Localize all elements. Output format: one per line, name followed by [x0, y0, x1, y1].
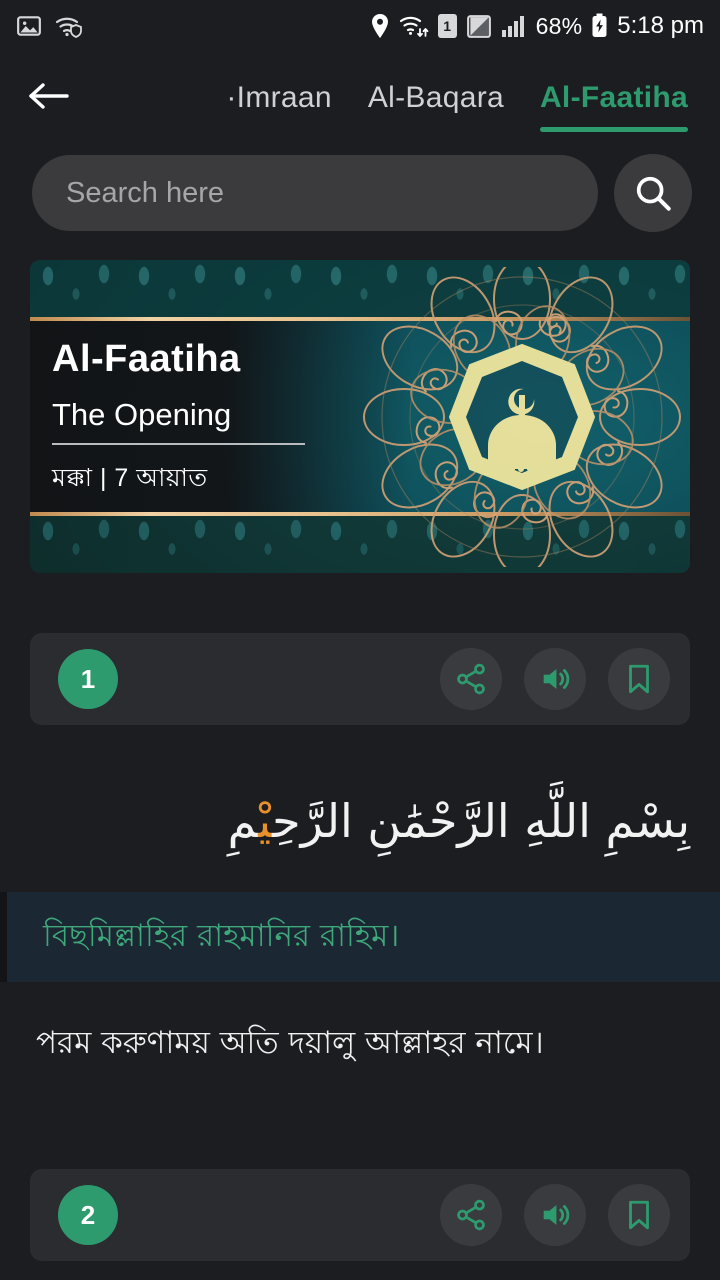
bookmark-button[interactable]	[608, 648, 670, 710]
bookmark-icon	[629, 664, 649, 694]
tab-underline	[368, 127, 504, 132]
play-audio-button[interactable]	[524, 648, 586, 710]
tab-underline-active	[539, 127, 688, 132]
tab-al-faatiha[interactable]: Al-Faatiha	[522, 52, 706, 138]
tab-underline	[226, 127, 331, 132]
half-square-icon	[466, 13, 492, 39]
tab-label: ·Imraan	[226, 81, 332, 114]
surah-tab-bar: ·Imraan Al-Baqara Al-Faatiha	[0, 52, 720, 140]
bookmark-icon	[629, 1201, 649, 1230]
photo-icon	[16, 13, 42, 39]
tab-imraan[interactable]: ·Imraan	[208, 52, 349, 138]
verse-number-badge: 1	[58, 649, 118, 709]
search-field[interactable]	[32, 155, 598, 231]
share-icon	[457, 663, 485, 695]
search-row	[0, 140, 720, 232]
surah-name: Al-Faatiha	[52, 338, 241, 380]
surah-banner-card[interactable]: Al-Faatiha The Opening মক্কা | 7 আয়াত	[30, 260, 690, 573]
back-button[interactable]	[22, 68, 78, 124]
verse-arabic-text: بِسْمِ اللَّهِ الرَّحْمَٰنِ الرَّحِیْمِ	[30, 787, 690, 856]
mosque-mandala-ornament	[363, 266, 681, 567]
share-button[interactable]	[440, 1184, 502, 1247]
banner-text-block: Al-Faatiha The Opening মক্কা | 7 আয়াত	[52, 338, 306, 501]
surah-meta: মক্কা | 7 আয়াত	[52, 464, 208, 492]
arrow-left-icon	[29, 83, 69, 109]
play-audio-button[interactable]	[524, 1184, 586, 1247]
volume-icon	[543, 1205, 570, 1226]
verse-translation-text: পরম করুণাময় অতি দয়ালু আল্লাহর নামে।	[36, 1024, 544, 1061]
verse-transliteration-text: বিছমিল্লাহির রাহমানির রাহিম।	[43, 918, 400, 954]
arabic-segment-2: مِ	[227, 794, 259, 848]
arabic-tajweed-segment: یْ	[258, 794, 273, 848]
volume-icon	[543, 669, 570, 689]
status-bar: 1 68% 5:18 pm	[0, 0, 720, 52]
search-button[interactable]	[614, 154, 692, 232]
verse-transliteration-band: বিছমিল্লাহির রাহমানির রাহিম।	[0, 892, 720, 982]
wifi-shield-icon	[54, 13, 84, 39]
battery-percent-label: 68%	[535, 12, 583, 39]
verse-action-bar-1: 1	[30, 633, 690, 725]
tab-al-baqara[interactable]: Al-Baqara	[350, 52, 522, 138]
sim-1-icon: 1	[437, 14, 457, 38]
clock-label: 5:18 pm	[617, 12, 704, 39]
tab-label: Al-Baqara	[367, 81, 504, 114]
status-bar-right: 1 68% 5:18 pm	[370, 12, 704, 40]
share-button[interactable]	[440, 648, 502, 710]
share-icon	[457, 1200, 485, 1231]
surah-meaning: The Opening	[52, 397, 306, 445]
location-pin-icon	[370, 13, 390, 39]
battery-charging-icon	[591, 13, 608, 39]
tab-label: Al-Faatiha	[539, 81, 688, 114]
status-bar-left	[16, 13, 84, 39]
verse-action-bar-2: 2	[30, 1169, 690, 1262]
search-input[interactable]	[66, 176, 564, 210]
wifi-transfer-icon	[399, 13, 429, 39]
bookmark-button[interactable]	[608, 1184, 670, 1247]
tab-list: ·Imraan Al-Baqara Al-Faatiha	[78, 52, 706, 140]
search-icon	[636, 176, 671, 211]
verse-actions-1	[440, 648, 670, 710]
signal-bars-icon	[501, 14, 527, 38]
verse-number-badge: 2	[58, 1185, 118, 1246]
verse-actions-2	[440, 1184, 670, 1247]
arabic-segment-1: بِسْمِ اللَّهِ الرَّحْمَٰنِ الرَّحِ	[272, 794, 690, 848]
